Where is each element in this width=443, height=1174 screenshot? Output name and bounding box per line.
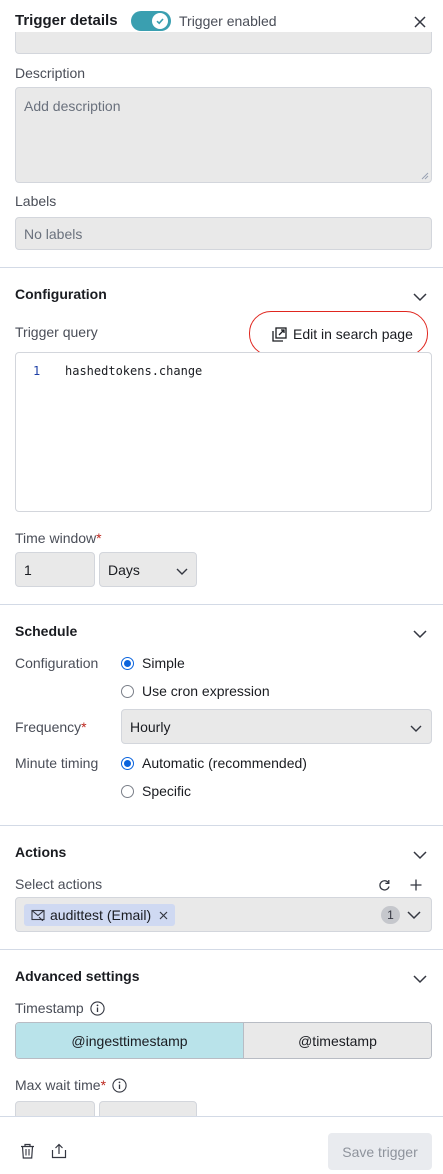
add-action-button[interactable]	[407, 876, 425, 894]
check-icon	[156, 18, 164, 25]
frequency-text: Frequency	[15, 719, 82, 735]
save-trigger-label: Save trigger	[342, 1143, 418, 1160]
cron-radio[interactable]	[121, 685, 134, 698]
time-window-unit: Days	[108, 562, 140, 578]
close-icon	[414, 16, 426, 28]
time-window-unit-select[interactable]: Days	[99, 552, 197, 587]
action-count-badge: 1	[381, 906, 400, 924]
description-textarea[interactable]: Add description	[15, 87, 432, 183]
name-field[interactable]	[15, 32, 432, 54]
divider	[0, 604, 443, 605]
timestamp-option[interactable]: @timestamp	[244, 1023, 431, 1058]
chevron-down-icon	[176, 568, 188, 575]
frequency-label: Frequency*	[15, 719, 87, 735]
time-window-text: Time window	[15, 530, 97, 546]
toggle-knob	[152, 13, 168, 29]
simple-radio[interactable]	[121, 657, 134, 670]
info-icon[interactable]	[90, 1000, 105, 1016]
specific-radio-label[interactable]: Specific	[142, 783, 191, 799]
trigger-query-label: Trigger query	[15, 324, 98, 340]
chevron-down-icon[interactable]	[412, 289, 428, 305]
email-icon	[31, 909, 45, 921]
chevron-down-icon[interactable]	[407, 908, 421, 922]
actions-combobox[interactable]: audittest (Email) 1	[15, 897, 432, 932]
max-wait-time-text: Max wait time	[15, 1077, 101, 1093]
divider	[0, 949, 443, 950]
labels-combobox[interactable]: No labels	[15, 217, 432, 250]
chevron-down-icon[interactable]	[412, 847, 428, 863]
timestamp-option-label: @timestamp	[298, 1032, 377, 1049]
line-number: 1	[33, 364, 41, 378]
close-button[interactable]	[410, 12, 430, 32]
timestamp-segmented-control: @ingesttimestamp @timestamp	[15, 1022, 432, 1059]
timestamp-label: Timestamp	[15, 1000, 105, 1016]
frequency-select[interactable]: Hourly	[121, 709, 432, 744]
flyout-footer: Save trigger	[0, 1116, 443, 1174]
description-label: Description	[15, 65, 86, 81]
share-icon	[51, 1143, 67, 1159]
advanced-settings-title: Advanced settings	[15, 968, 140, 984]
divider	[0, 267, 443, 268]
schedule-title: Schedule	[15, 623, 78, 639]
info-icon[interactable]	[112, 1077, 127, 1093]
action-chip-label: audittest (Email)	[50, 907, 152, 923]
export-button[interactable]	[49, 1141, 69, 1161]
highlight-circle	[249, 311, 428, 356]
trash-icon	[20, 1143, 34, 1159]
labels-label: Labels	[15, 193, 57, 209]
required-mark: *	[100, 1077, 107, 1093]
query-editor[interactable]: 1 hashedtokens.change	[15, 352, 432, 512]
max-wait-time-label: Max wait time *	[15, 1077, 127, 1093]
query-text: hashedtokens.change	[65, 364, 203, 378]
refresh-icon	[378, 879, 390, 891]
remove-chip-icon[interactable]	[159, 911, 168, 920]
divider	[0, 825, 443, 826]
frequency-value: Hourly	[130, 719, 171, 735]
chevron-down-icon	[410, 725, 422, 732]
plus-icon	[410, 879, 422, 891]
refresh-button[interactable]	[375, 876, 393, 894]
configuration-title: Configuration	[15, 286, 107, 302]
labels-placeholder: No labels	[24, 226, 83, 242]
toggle-label: Trigger enabled	[179, 13, 277, 29]
specific-radio[interactable]	[121, 785, 134, 798]
schedule-configuration-label: Configuration	[15, 655, 99, 671]
action-chip: audittest (Email)	[24, 904, 176, 926]
required-mark: *	[81, 719, 87, 735]
timestamp-label-text: Timestamp	[15, 1000, 84, 1016]
delete-button[interactable]	[17, 1141, 37, 1161]
select-actions-label: Select actions	[15, 876, 103, 892]
simple-radio-label[interactable]: Simple	[142, 655, 185, 671]
chevron-down-icon[interactable]	[412, 971, 428, 987]
resize-handle-icon	[421, 172, 429, 180]
required-mark: *	[96, 530, 102, 546]
trigger-enabled-toggle[interactable]	[131, 11, 171, 31]
automatic-radio[interactable]	[121, 757, 134, 770]
automatic-radio-label[interactable]: Automatic (recommended)	[142, 755, 307, 771]
cron-radio-label[interactable]: Use cron expression	[142, 683, 270, 699]
time-window-label: Time window*	[15, 530, 102, 546]
time-window-value-input[interactable]: 1	[15, 552, 95, 587]
ingesttimestamp-option[interactable]: @ingesttimestamp	[16, 1023, 244, 1058]
flyout-title: Trigger details	[15, 12, 118, 29]
minute-timing-label: Minute timing	[15, 755, 99, 771]
time-window-value: 1	[24, 562, 32, 578]
actions-title: Actions	[15, 844, 67, 860]
chevron-down-icon[interactable]	[412, 626, 428, 642]
description-placeholder: Add description	[24, 98, 121, 114]
ingesttimestamp-label: @ingesttimestamp	[71, 1032, 188, 1049]
save-trigger-button[interactable]: Save trigger	[328, 1133, 432, 1170]
